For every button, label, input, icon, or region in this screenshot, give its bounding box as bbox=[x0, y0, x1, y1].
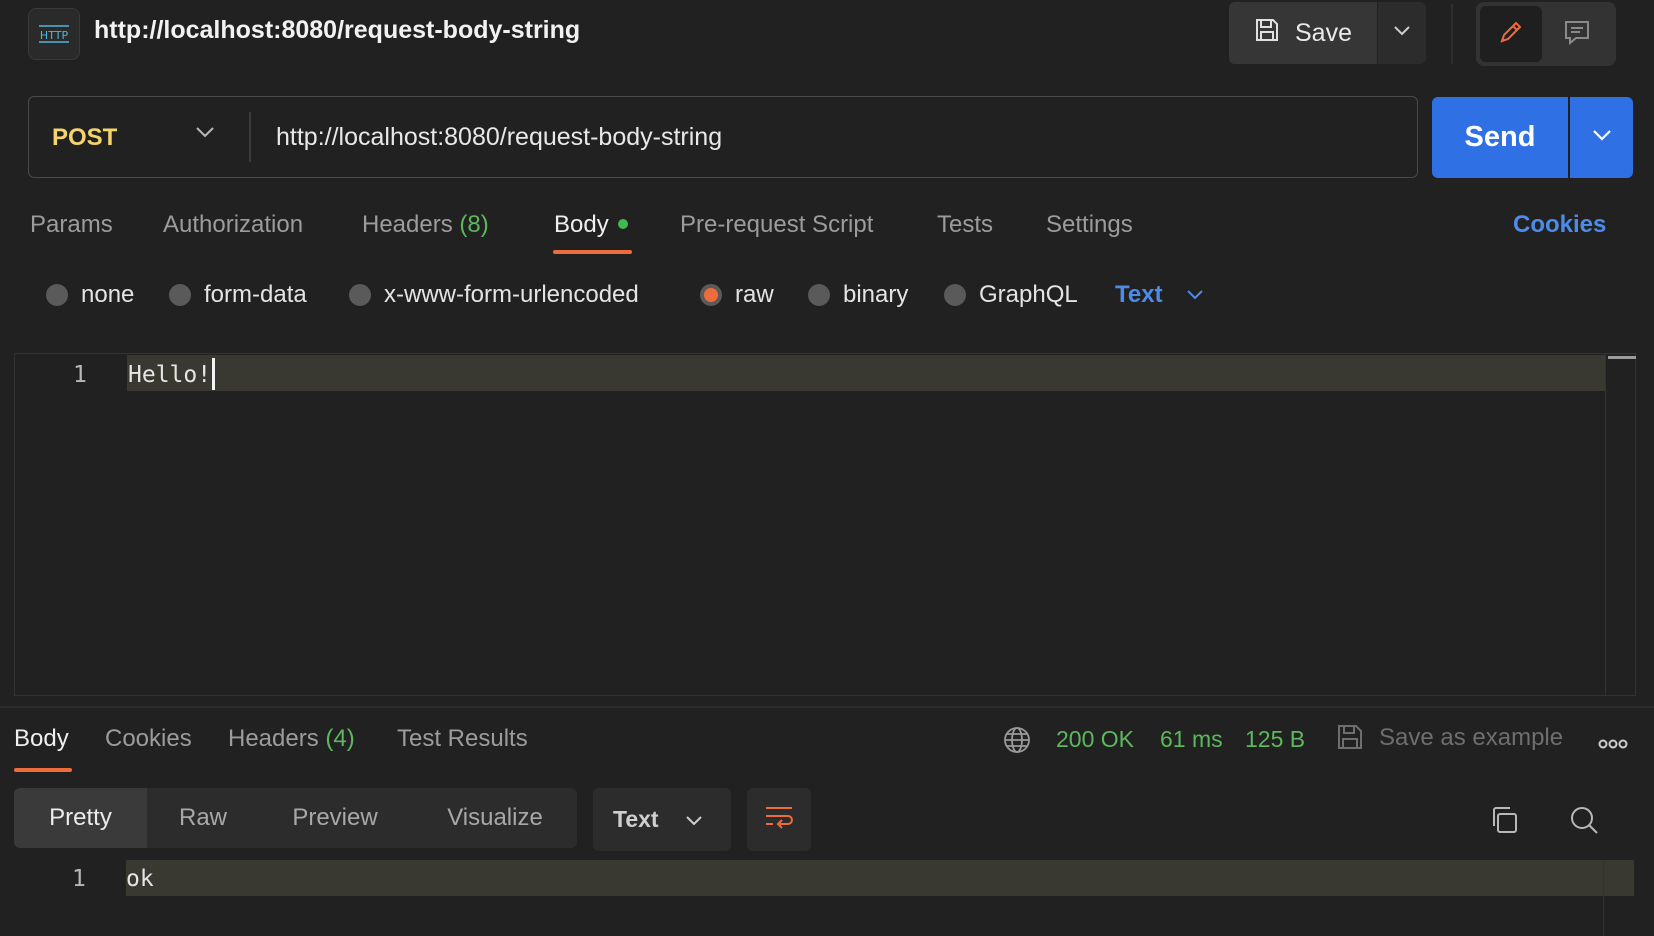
pane-resizer[interactable] bbox=[0, 706, 1654, 708]
save-as-example-button[interactable]: Save as example bbox=[1379, 724, 1563, 752]
view-mode-toggle bbox=[1476, 2, 1616, 66]
active-line-highlight bbox=[127, 355, 1605, 391]
radio-none-dot bbox=[46, 284, 68, 306]
comments-button[interactable] bbox=[1546, 6, 1608, 62]
view-pretty-button[interactable]: Pretty bbox=[14, 788, 147, 848]
request-title[interactable]: http://localhost:8080/request-body-strin… bbox=[94, 16, 580, 45]
save-options-dropdown[interactable] bbox=[1378, 2, 1426, 64]
radio-graphql-dot bbox=[944, 284, 966, 306]
radio-raw-dot bbox=[700, 284, 722, 306]
radio-binary-label: binary bbox=[843, 281, 909, 308]
tab-settings[interactable]: Settings bbox=[1046, 211, 1133, 239]
tab-headers-label: Headers bbox=[362, 211, 453, 238]
header-divider bbox=[1451, 4, 1453, 64]
tab-body-label: Body bbox=[554, 211, 609, 238]
method-select[interactable]: POST bbox=[52, 124, 117, 152]
tab-body[interactable]: Body bbox=[554, 211, 628, 239]
response-format-label: Text bbox=[613, 806, 659, 832]
radio-form-data-label: form-data bbox=[204, 281, 307, 308]
tab-authorization[interactable]: Authorization bbox=[163, 211, 303, 239]
response-tab-headers[interactable]: Headers (4) bbox=[228, 725, 355, 753]
response-code-line[interactable]: ok bbox=[126, 866, 154, 892]
editor-scrollbar[interactable] bbox=[1605, 354, 1636, 695]
chevron-down-icon bbox=[1393, 24, 1411, 42]
request-body-editor[interactable] bbox=[14, 353, 1636, 696]
view-preview-button[interactable]: Preview bbox=[270, 788, 400, 848]
radio-raw-label: raw bbox=[735, 281, 774, 308]
body-format-dropdown[interactable]: Text bbox=[1115, 281, 1205, 309]
response-tab-test-results[interactable]: Test Results bbox=[397, 725, 528, 753]
radio-form-data[interactable]: form-data bbox=[169, 281, 307, 309]
url-input[interactable]: http://localhost:8080/request-body-strin… bbox=[276, 123, 722, 152]
chevron-down-icon[interactable] bbox=[194, 124, 216, 145]
radio-urlencoded-dot bbox=[349, 284, 371, 306]
line-number: 1 bbox=[73, 362, 87, 388]
more-options-icon[interactable] bbox=[1598, 736, 1628, 754]
copy-icon[interactable] bbox=[1488, 804, 1520, 841]
headers-count: (8) bbox=[459, 211, 489, 238]
radio-binary-dot bbox=[808, 284, 830, 306]
response-tab-cookies[interactable]: Cookies bbox=[105, 725, 192, 753]
radio-none-label: none bbox=[81, 281, 135, 308]
scrollbar-thumb[interactable] bbox=[1608, 356, 1636, 359]
send-options-dropdown[interactable] bbox=[1570, 97, 1633, 178]
body-format-label: Text bbox=[1115, 281, 1163, 308]
radio-form-data-dot bbox=[169, 284, 191, 306]
response-scrollbar[interactable] bbox=[1603, 860, 1604, 936]
wrap-lines-button[interactable] bbox=[747, 788, 811, 851]
chevron-down-icon bbox=[1592, 128, 1612, 147]
response-tab-headers-label: Headers bbox=[228, 725, 319, 752]
svg-text:HTTP: HTTP bbox=[40, 29, 69, 42]
comment-icon bbox=[1562, 17, 1592, 52]
tab-params[interactable]: Params bbox=[30, 211, 113, 239]
response-size[interactable]: 125 B bbox=[1245, 726, 1305, 753]
status-code[interactable]: 200 OK bbox=[1056, 726, 1134, 753]
globe-icon[interactable] bbox=[1002, 725, 1032, 760]
code-line[interactable]: Hello! bbox=[128, 362, 211, 388]
text-cursor bbox=[212, 358, 215, 390]
http-request-icon: HTTP bbox=[28, 8, 80, 60]
radio-urlencoded-label: x-www-form-urlencoded bbox=[384, 281, 639, 308]
tab-headers[interactable]: Headers (8) bbox=[362, 211, 489, 239]
radio-graphql[interactable]: GraphQL bbox=[944, 281, 1078, 309]
radio-raw[interactable]: raw bbox=[700, 281, 774, 309]
tab-prerequest-script[interactable]: Pre-request Script bbox=[680, 211, 873, 239]
line-number: 1 bbox=[72, 866, 86, 892]
search-icon[interactable] bbox=[1568, 804, 1600, 841]
url-bar bbox=[28, 96, 1418, 178]
radio-none[interactable]: none bbox=[46, 281, 134, 309]
radio-binary[interactable]: binary bbox=[808, 281, 908, 309]
active-line-highlight bbox=[126, 860, 1634, 896]
send-button[interactable]: Send bbox=[1432, 97, 1568, 178]
radio-graphql-label: GraphQL bbox=[979, 281, 1078, 308]
wrap-lines-icon bbox=[763, 803, 795, 836]
edit-mode-button[interactable] bbox=[1480, 6, 1542, 62]
pencil-icon bbox=[1496, 17, 1526, 52]
url-divider bbox=[249, 112, 251, 162]
chevron-down-icon bbox=[1185, 281, 1205, 309]
body-modified-indicator bbox=[617, 218, 628, 229]
view-visualize-button[interactable]: Visualize bbox=[425, 788, 565, 848]
save-label: Save bbox=[1295, 18, 1352, 47]
floppy-disk-icon bbox=[1253, 16, 1281, 51]
response-headers-count: (4) bbox=[325, 725, 355, 752]
active-tab-underline bbox=[14, 768, 72, 772]
radio-urlencoded[interactable]: x-www-form-urlencoded bbox=[349, 281, 639, 309]
response-format-dropdown[interactable]: Text bbox=[593, 788, 731, 851]
chevron-down-icon bbox=[685, 806, 703, 833]
view-raw-button[interactable]: Raw bbox=[147, 788, 259, 848]
save-button[interactable]: Save bbox=[1229, 2, 1377, 64]
cookies-link[interactable]: Cookies bbox=[1513, 211, 1606, 239]
active-tab-underline bbox=[553, 250, 632, 254]
tab-tests[interactable]: Tests bbox=[937, 211, 993, 239]
floppy-disk-icon bbox=[1335, 722, 1365, 757]
response-tab-body[interactable]: Body bbox=[14, 725, 69, 753]
response-time[interactable]: 61 ms bbox=[1160, 726, 1223, 753]
